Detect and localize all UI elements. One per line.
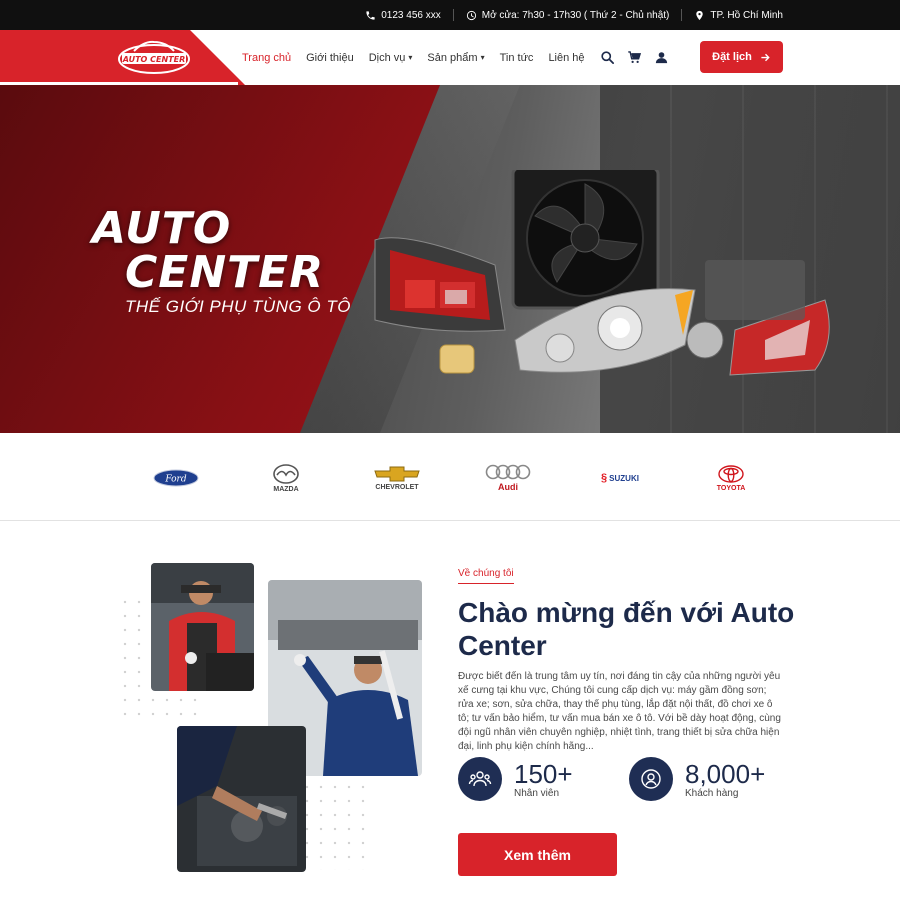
search-icon[interactable] [600, 50, 615, 65]
nav-label: Tin tức [499, 51, 534, 64]
auto-center-logo[interactable]: AUTO CENTER [116, 37, 192, 77]
auto-parts-illustration [374, 170, 830, 376]
phone-icon [366, 10, 375, 20]
mechanic-photo-1 [151, 563, 254, 691]
stat-value: 8,000+ [685, 758, 766, 789]
chevrolet-logo[interactable]: CHEVROLET [372, 460, 422, 496]
dot-pattern-decoration [300, 780, 370, 870]
section-label: Về chúng tôi [458, 568, 514, 584]
nav-item-news[interactable]: Tin tức [500, 52, 534, 64]
suzuki-logo[interactable]: § SUZUKI [596, 460, 644, 496]
chevrolet-text: CHEVROLET [375, 483, 419, 491]
nav-item-about[interactable]: Giới thiệu [306, 52, 354, 64]
chevron-down-icon: ▾ [480, 53, 485, 62]
phone-text: 0123 456 xxx [381, 9, 441, 21]
mazda-text: MAZDA [273, 485, 299, 493]
suzuki-text: SUZUKI [609, 473, 639, 483]
nav-item-products[interactable]: Sản phẩm ▾ [427, 52, 484, 64]
stat-value: 150+ [514, 758, 573, 789]
stat-label: Nhân viên [514, 787, 560, 799]
map-pin-icon [696, 10, 704, 20]
nav-item-contact[interactable]: Liên hệ [548, 52, 584, 64]
ford-text: Ford [164, 475, 186, 485]
book-appointment-button[interactable]: Đặt lịch [700, 41, 783, 73]
clock-icon [466, 10, 476, 20]
hours-info: Mở cửa: 7h30 - 17h30 ( Thứ 2 - Chủ nhật) [466, 9, 670, 21]
stat-label: Khách hàng [685, 787, 739, 799]
toyota-text: TOYOTA [716, 484, 746, 492]
ford-logo[interactable]: Ford [152, 460, 200, 496]
brand-logos-strip: Ford MAZDA CHEVROLET Audi § SUZUKI TOYOT… [0, 433, 900, 521]
mechanic-photo-3 [177, 726, 306, 872]
header-icons [600, 30, 669, 85]
toyota-logo[interactable]: TOYOTA [712, 460, 750, 496]
chevron-down-icon: ▾ [408, 53, 413, 62]
hero-subtitle: THẾ GIỚI PHỤ TÙNG Ô TÔ [125, 297, 351, 316]
tail-light-right-image [705, 260, 830, 376]
tail-light-image [374, 237, 506, 332]
phone-info[interactable]: 0123 456 xxx [365, 10, 441, 21]
hero-title-line2: CENTER [125, 247, 325, 298]
divider [452, 9, 454, 21]
customer-icon [629, 757, 673, 801]
main-nav: Trang chủ Giới thiệu Dịch vụ ▾ Sản phẩm ▾ … [242, 30, 585, 85]
hours-text: Mở cửa: 7h30 - 17h30 ( Thứ 2 - Chủ nhật) [481, 9, 670, 21]
team-icon [458, 757, 502, 801]
nav-item-services[interactable]: Dịch vụ ▾ [369, 52, 413, 64]
nav-label: Giới thiệu [306, 51, 354, 64]
nav-label: Trang chủ [242, 51, 292, 64]
nav-item-home[interactable]: Trang chủ [242, 52, 291, 64]
stat-employees: 150+ Nhân viên [458, 757, 573, 801]
location-info: TP. Hồ Chí Minh [694, 10, 783, 21]
cart-icon[interactable] [627, 50, 642, 65]
read-more-button[interactable]: Xem thêm [458, 833, 617, 876]
logo-text: AUTO CENTER [122, 55, 185, 64]
about-heading: Chào mừng đến với Auto Center [458, 597, 795, 661]
audi-logo[interactable]: Audi [484, 460, 532, 496]
suzuki-s-icon: § [601, 472, 608, 484]
audi-text: Audi [498, 482, 518, 492]
radiator-fan-image [511, 170, 660, 310]
about-description: Được biết đến là trung tâm uy tín, nơi đ… [458, 671, 781, 752]
user-icon[interactable] [654, 50, 669, 65]
location-text: TP. Hồ Chí Minh [710, 9, 783, 21]
mazda-logo[interactable]: MAZDA [268, 460, 304, 496]
book-label: Đặt lịch [712, 51, 752, 63]
top-info-bar: 0123 456 xxx Mở cửa: 7h30 - 17h30 ( Thứ … [0, 0, 900, 30]
arrow-right-icon [761, 53, 770, 61]
nav-label: Sản phẩm [427, 51, 478, 64]
stat-customers: 8,000+ Khách hàng [629, 757, 765, 801]
site-header: AUTO CENTER Trang chủ Giới thiệu Dịch vụ… [0, 30, 900, 85]
nav-label: Dịch vụ [368, 51, 406, 64]
hero-banner: AUTO CENTER THẾ GIỚI PHỤ TÙNG Ô TÔ [0, 85, 900, 433]
nav-label: Liên hệ [548, 51, 585, 64]
divider [681, 9, 683, 21]
